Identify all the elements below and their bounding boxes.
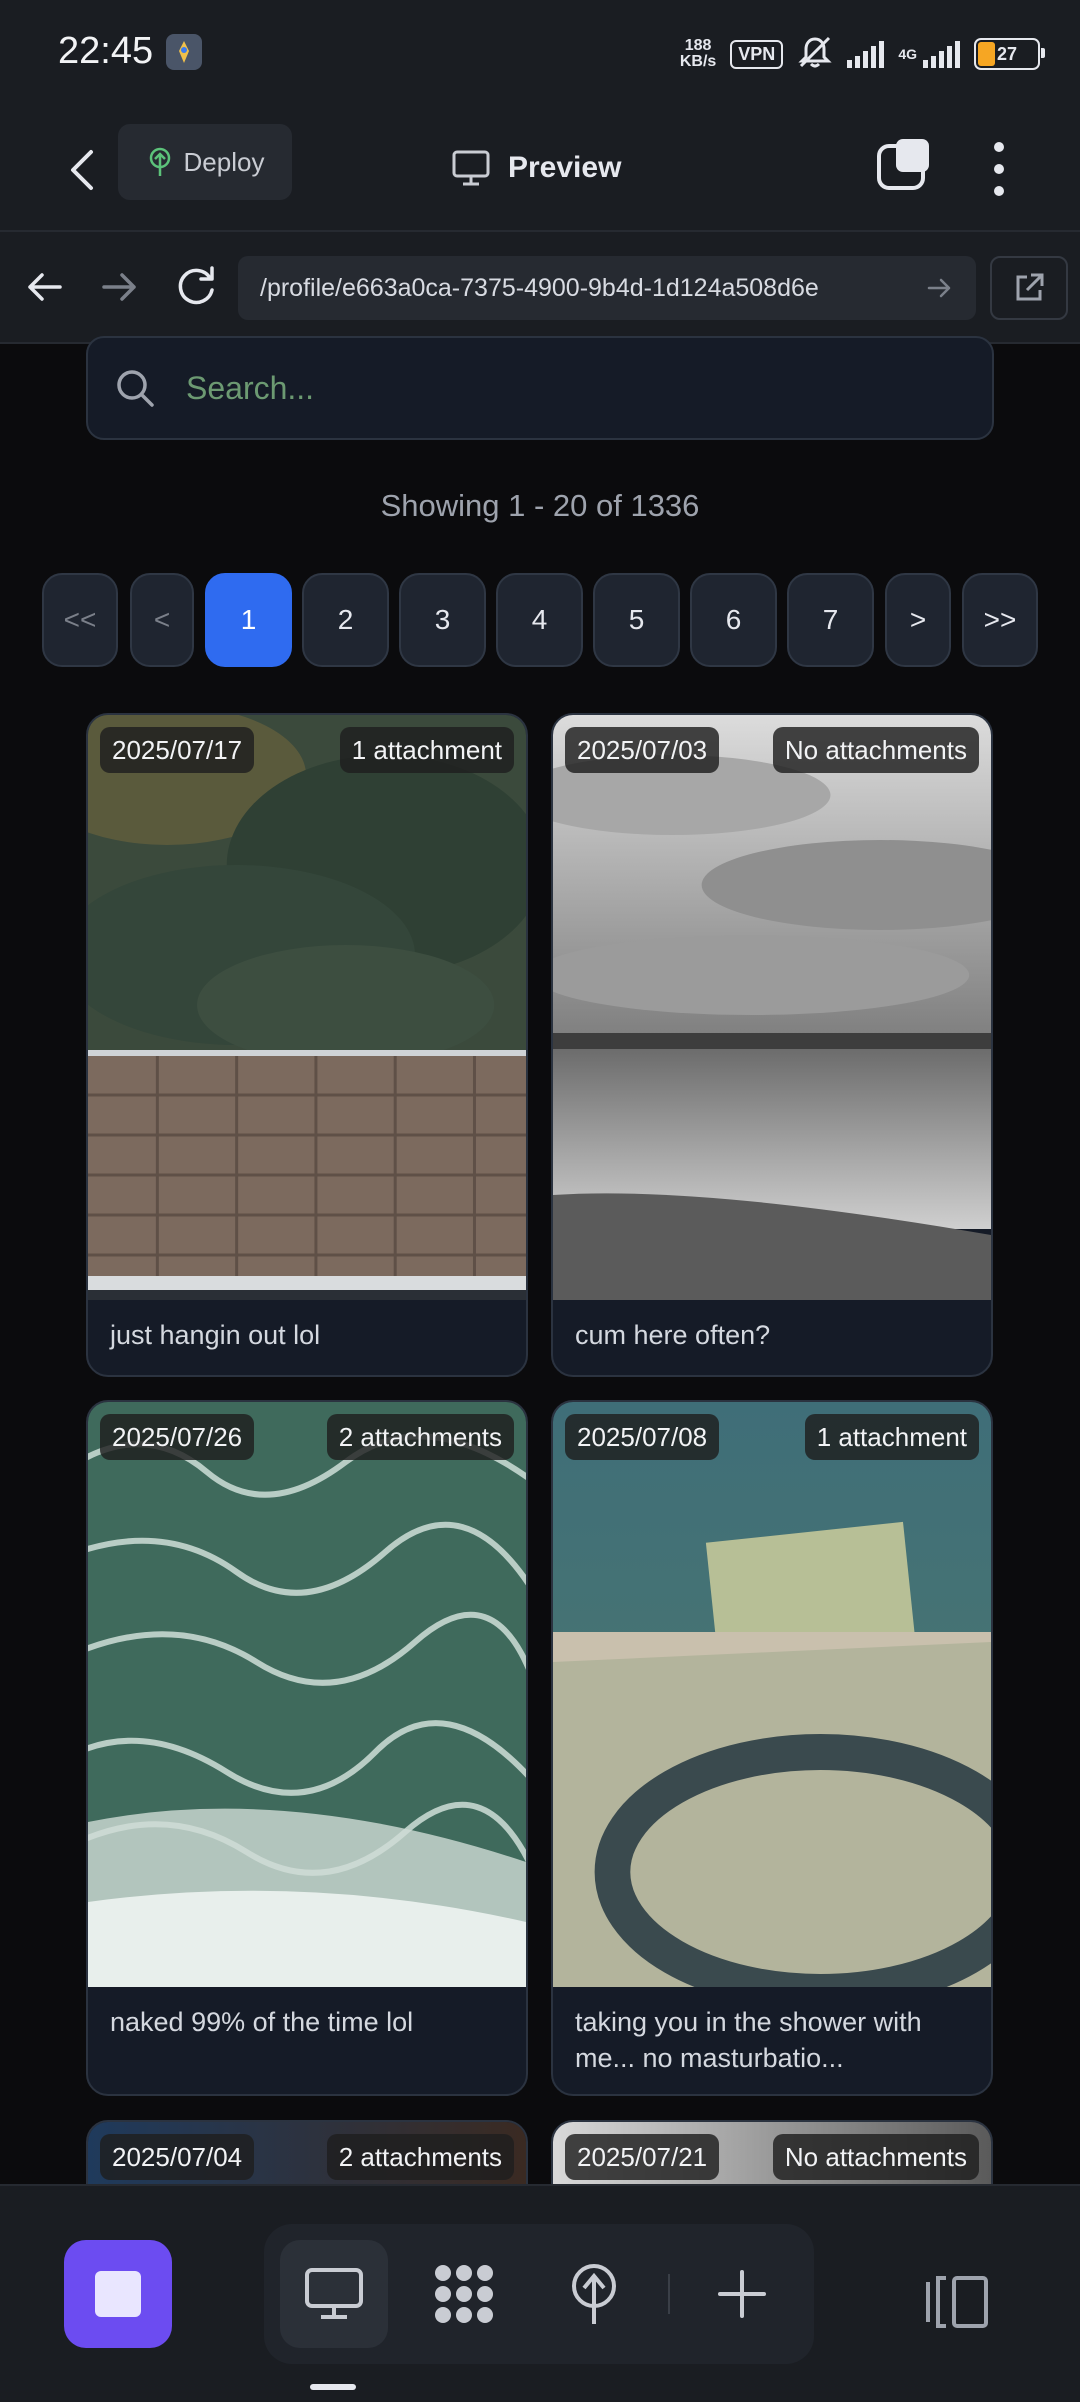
page-button-2[interactable]: 2 xyxy=(302,573,389,667)
more-vertical-icon xyxy=(994,142,1004,152)
post-date: 2025/07/04 xyxy=(100,2134,255,2180)
page-button-7[interactable]: 7 xyxy=(787,573,874,667)
vpn-icon: VPN xyxy=(730,39,784,69)
search-input[interactable] xyxy=(184,368,966,408)
page-button-4[interactable]: 4 xyxy=(496,573,583,667)
battery-level: 27 xyxy=(996,43,1018,64)
page-button-1[interactable]: 1 xyxy=(205,573,292,667)
signal-icon xyxy=(847,40,885,68)
grid-button[interactable] xyxy=(410,2240,518,2348)
app-header: Deploy Preview xyxy=(0,108,1080,232)
home-indicator[interactable] xyxy=(310,2384,356,2390)
desktop-button[interactable] xyxy=(280,2240,388,2348)
preview-title: Preview xyxy=(452,138,621,198)
search-box[interactable] xyxy=(86,336,994,440)
forward-icon xyxy=(102,273,136,301)
back-icon xyxy=(28,273,62,301)
post-card[interactable]: 2025/07/03 No attachments cum here often… xyxy=(551,713,993,1377)
tabs-button[interactable] xyxy=(876,136,932,192)
post-caption: just hangin out lol xyxy=(110,1320,321,1350)
post-image xyxy=(88,715,526,1300)
browser-bar: /profile/e663a0ca-7375-4900-9b4d-1d124a5… xyxy=(0,232,1080,344)
battery-icon: 27 xyxy=(974,38,1045,70)
post-caption: naked 99% of the time lol xyxy=(110,2007,414,2037)
attachment-badge: No attachments xyxy=(772,727,979,773)
signal-icon-2 xyxy=(923,40,960,68)
more-menu-button[interactable] xyxy=(974,136,1024,202)
bottom-bar xyxy=(0,2184,1080,2402)
post-caption: taking you in the shower with me... no m… xyxy=(575,2007,922,2073)
post-image xyxy=(88,1402,526,1987)
browser-forward-button[interactable] xyxy=(94,262,144,312)
results-count: Showing 1 - 20 of 1336 xyxy=(380,488,700,523)
page-button-5[interactable]: 5 xyxy=(593,573,680,667)
deploy-tree-icon xyxy=(149,147,170,176)
status-bar: 22:45 188 KB/s VPN 4G 27 xyxy=(0,0,1080,108)
deploy-button[interactable]: Deploy xyxy=(118,124,292,200)
network-speed: 188 KB/s xyxy=(680,38,716,70)
post-image xyxy=(553,715,991,1300)
post-date: 2025/07/21 xyxy=(565,2134,720,2180)
search-icon xyxy=(117,370,154,407)
attachment-badge: 2 attachments xyxy=(326,2134,514,2180)
deploy-label: Deploy xyxy=(183,146,265,177)
dock xyxy=(264,2224,814,2364)
attachment-badge: 1 attachment xyxy=(804,1414,979,1460)
tabs-icon xyxy=(877,139,929,190)
preview-label: Preview xyxy=(508,151,622,184)
back-button[interactable] xyxy=(52,138,112,202)
post-date: 2025/07/17 xyxy=(100,727,255,773)
panel-toggle-button[interactable] xyxy=(924,2272,996,2332)
plus-icon xyxy=(718,2270,766,2318)
post-card[interactable]: 2025/07/26 2 attachments naked 99% of th… xyxy=(86,1400,528,2096)
network-speed-unit: KB/s xyxy=(679,53,717,70)
deploy-nav-button[interactable] xyxy=(540,2240,648,2348)
back-arrow-icon xyxy=(71,150,93,190)
status-indicators: 188 KB/s VPN 4G 27 xyxy=(680,34,1045,75)
attachment-badge: 2 attachments xyxy=(326,1414,514,1460)
page-button-6[interactable]: 6 xyxy=(690,573,777,667)
page-next-button[interactable]: > xyxy=(885,573,951,667)
notification-app-icon xyxy=(166,34,202,70)
url-text: /profile/e663a0ca-7375-4900-9b4d-1d124a5… xyxy=(260,273,819,302)
reload-button[interactable] xyxy=(170,260,222,312)
network-type: 4G xyxy=(898,46,917,62)
panel-icon xyxy=(926,2276,988,2328)
post-card[interactable]: 2025/07/17 1 attachment just hangin out … xyxy=(86,713,528,1377)
reload-icon xyxy=(178,266,214,305)
page-prev-button[interactable]: < xyxy=(130,573,194,667)
open-external-button[interactable] xyxy=(990,256,1068,320)
url-field[interactable]: /profile/e663a0ca-7375-4900-9b4d-1d124a5… xyxy=(238,256,976,320)
post-date: 2025/07/26 xyxy=(100,1414,255,1460)
add-button[interactable] xyxy=(688,2240,796,2348)
post-image xyxy=(553,1402,991,1987)
network-speed-value: 188 xyxy=(684,37,712,54)
status-time: 22:45 xyxy=(58,30,154,72)
browser-back-button[interactable] xyxy=(20,262,70,312)
stop-icon xyxy=(95,2271,141,2317)
go-arrow-icon[interactable] xyxy=(924,273,954,303)
page-button-3[interactable]: 3 xyxy=(399,573,486,667)
stop-button[interactable] xyxy=(64,2240,172,2348)
post-date: 2025/07/03 xyxy=(565,727,720,773)
attachment-badge: 1 attachment xyxy=(339,727,514,773)
deploy-icon xyxy=(572,2264,616,2324)
bell-muted-icon xyxy=(797,34,833,75)
page-first-button[interactable]: << xyxy=(42,573,118,667)
post-date: 2025/07/08 xyxy=(565,1414,720,1460)
attachment-badge: No attachments xyxy=(772,2134,979,2180)
post-caption: cum here often? xyxy=(575,1320,771,1350)
desktop-icon xyxy=(305,2268,363,2319)
post-card[interactable]: 2025/07/08 1 attachment taking you in th… xyxy=(551,1400,993,2096)
page-last-button[interactable]: >> xyxy=(962,573,1038,667)
grid-icon xyxy=(435,2265,493,2323)
monitor-icon xyxy=(452,150,490,186)
open-external-icon xyxy=(1016,273,1044,301)
